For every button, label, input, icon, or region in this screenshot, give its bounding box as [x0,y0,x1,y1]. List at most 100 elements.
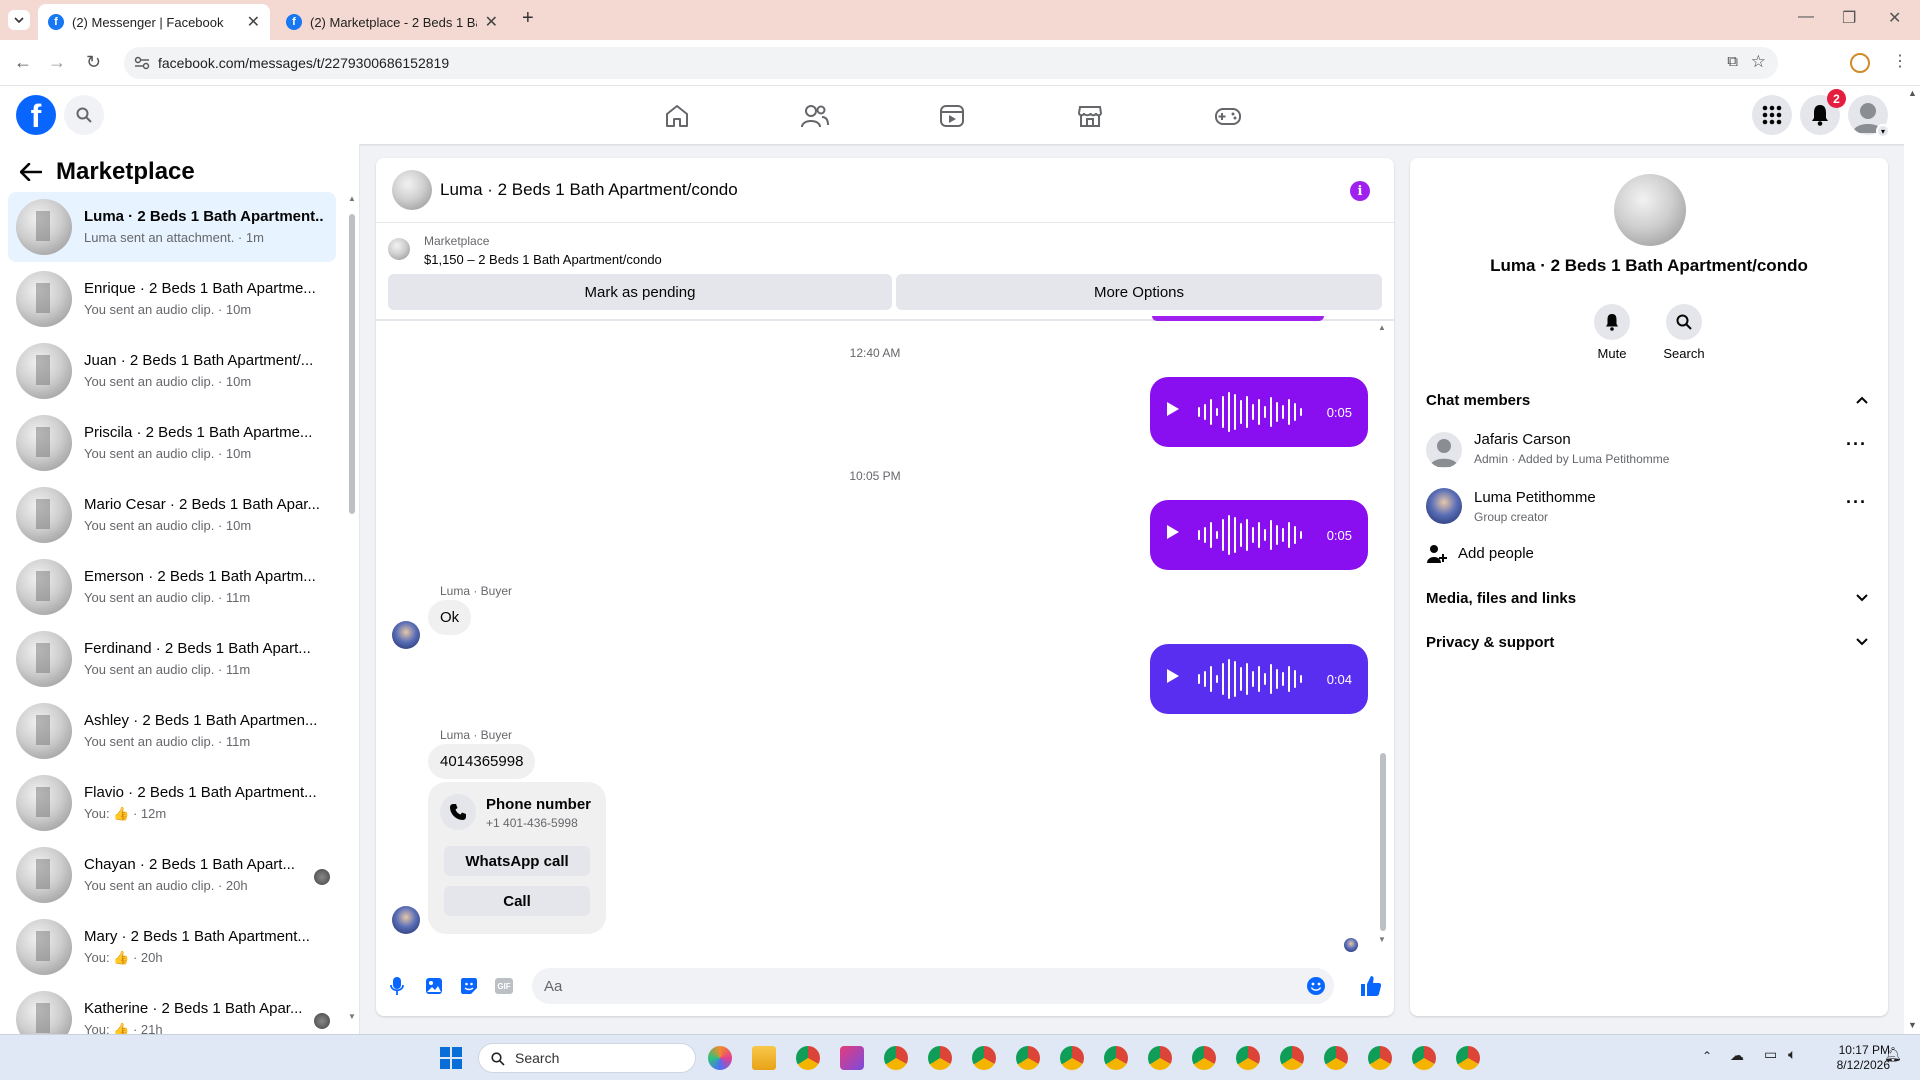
buyer-avatar[interactable] [392,906,420,934]
chrome-icon[interactable] [1148,1046,1172,1070]
friends-icon[interactable] [801,103,829,129]
conversation-item[interactable]: Juan · 2 Beds 1 Bath Apartment/... You se… [8,336,336,406]
close-tab-icon[interactable]: ✕ [247,12,260,32]
member-avatar[interactable] [1426,488,1462,524]
chrome-icon[interactable] [1016,1046,1040,1070]
clock[interactable]: 10:17 PM 8/12/2026 [1820,1043,1890,1073]
audio-message[interactable]: 0:04 [1150,644,1368,714]
chat-scrollbar-thumb[interactable] [1380,753,1386,931]
close-tab-icon[interactable]: ✕ [485,12,498,32]
chrome-icon[interactable] [1324,1046,1348,1070]
back-icon[interactable]: ← [14,52,32,72]
taskbar-search-box[interactable]: Search [478,1043,696,1073]
chat-scrollbar-track[interactable]: ▲ ▼ [1378,323,1388,948]
chrome-icon[interactable] [1060,1046,1084,1070]
play-icon[interactable] [1166,401,1180,417]
profile-icon[interactable] [1850,53,1870,73]
video-icon[interactable] [939,103,965,129]
chevron-up-icon[interactable] [1856,396,1868,404]
tab-list-button[interactable] [8,10,30,30]
message-input[interactable]: Aa [532,968,1334,1004]
scroll-down-icon[interactable]: ▼ [348,1012,356,1021]
conversation-info-button[interactable]: i [1350,181,1370,201]
play-icon[interactable] [1166,524,1180,540]
buyer-avatar[interactable] [392,621,420,649]
conversation-item[interactable]: Chayan · 2 Beds 1 Bath Apart... You sent … [8,840,336,910]
sidebar-scrollbar-thumb[interactable] [349,214,355,514]
conversation-item[interactable]: Enrique · 2 Beds 1 Bath Apartme... You se… [8,264,336,334]
display-icon[interactable]: ▭ [1764,1046,1777,1063]
conversation-item[interactable]: Mario Cesar · 2 Beds 1 Bath Apar... You s… [8,480,336,550]
member-name[interactable]: Jafaris Carson [1474,431,1571,448]
volume-icon[interactable]: 🔈︎ [1788,1046,1796,1063]
audio-message[interactable]: 0:05 [1150,500,1368,570]
thumbs-up-icon[interactable] [1360,975,1382,997]
conversation-item[interactable]: Flavio · 2 Beds 1 Bath Apartment... You: … [8,768,336,838]
member-options-icon[interactable]: ··· [1846,492,1867,513]
browser-tab-messenger[interactable]: f (2) Messenger | Facebook ✕ [38,4,270,40]
conversation-item[interactable]: Ferdinand · 2 Beds 1 Bath Apart... You se… [8,624,336,694]
gif-icon[interactable]: GIF [495,978,513,994]
window-close-icon[interactable]: ✕ [1888,8,1901,28]
mark-as-pending-button[interactable]: Mark as pending [388,274,892,310]
chevron-down-icon[interactable] [1856,638,1868,646]
scroll-down-icon[interactable]: ▼ [1908,1020,1917,1030]
browser-tab-marketplace[interactable]: f (2) Marketplace - 2 Beds 1 Bath ✕ [276,4,508,40]
search-conversation-button[interactable] [1666,304,1702,340]
conversation-item[interactable]: Luma · 2 Beds 1 Bath Apartment... Luma se… [8,192,336,262]
sidebar-scrollbar-track[interactable]: ▲ ▼ [348,194,356,1024]
member-name[interactable]: Luma Petithomme [1474,489,1596,506]
reload-icon[interactable]: ↻ [86,52,101,72]
file-explorer-icon[interactable] [752,1046,776,1070]
conversation-item[interactable]: Priscila · 2 Beds 1 Bath Apartme... You s… [8,408,336,478]
gaming-icon[interactable] [1214,103,1242,129]
conversation-item[interactable]: Ashley · 2 Beds 1 Bath Apartmen... You se… [8,696,336,766]
chat-avatar[interactable] [392,170,432,210]
chrome-icon[interactable] [1280,1046,1304,1070]
conversation-item[interactable]: Katherine · 2 Beds 1 Bath Apar... You: 👍 … [8,984,336,1034]
search-button[interactable] [64,95,104,135]
chrome-icon[interactable] [1236,1046,1260,1070]
listing-price-title[interactable]: $1,150 – 2 Beds 1 Bath Apartment/condo [424,252,662,267]
chrome-icon[interactable] [796,1046,820,1070]
member-avatar[interactable] [1426,432,1462,468]
chrome-icon[interactable] [1104,1046,1128,1070]
scroll-up-icon[interactable]: ▲ [1908,88,1917,98]
privacy-support-section[interactable]: Privacy & support [1426,634,1554,651]
page-scrollbar[interactable]: ▲ ▼ [1904,86,1920,1034]
emoji-icon[interactable] [1306,976,1326,996]
chevron-down-icon[interactable] [1856,594,1868,602]
chat-title[interactable]: Luma · 2 Beds 1 Bath Apartment/condo [440,180,738,200]
onedrive-icon[interactable]: ☁ [1730,1047,1744,1064]
minimize-icon[interactable]: — [1798,8,1814,26]
new-tab-button[interactable]: + [522,7,534,30]
sticker-icon[interactable] [460,977,478,995]
facebook-logo[interactable]: f [16,95,56,135]
account-menu-chevron-icon[interactable]: ▾ [1876,124,1890,138]
whatsapp-call-button[interactable]: WhatsApp call [444,846,590,876]
tray-overflow-icon[interactable]: ⌃ [1702,1049,1712,1063]
audio-message[interactable]: 0:05 [1150,377,1368,447]
member-options-icon[interactable]: ··· [1846,434,1867,455]
conversation-item[interactable]: Mary · 2 Beds 1 Bath Apartment... You: 👍 … [8,912,336,982]
bookmark-star-icon[interactable]: ☆ [1751,52,1766,72]
home-icon[interactable] [664,103,690,129]
chrome-icon[interactable] [972,1046,996,1070]
install-app-icon[interactable]: ⧉ [1727,53,1738,70]
add-people-button[interactable]: Add people [1458,545,1534,562]
chrome-icon[interactable] [928,1046,952,1070]
chat-members-header[interactable]: Chat members [1426,392,1530,409]
notification-bell-icon[interactable]: 🔔︎ [1884,1046,1902,1063]
marketplace-icon[interactable] [1077,103,1103,129]
call-button[interactable]: Call [444,886,590,916]
more-options-button[interactable]: More Options [896,274,1382,310]
windows-start-icon[interactable] [440,1047,462,1069]
chrome-icon[interactable] [1368,1046,1392,1070]
scroll-up-icon[interactable]: ▲ [348,194,356,203]
address-bar[interactable]: facebook.com/messages/t/2279300686152819… [124,47,1778,79]
conversation-item[interactable]: Emerson · 2 Beds 1 Bath Apartm... You sen… [8,552,336,622]
chrome-icon[interactable] [1412,1046,1436,1070]
message-bubble[interactable]: 4014365998 [428,744,536,779]
microphone-icon[interactable] [390,976,404,996]
back-arrow-icon[interactable] [20,163,42,181]
